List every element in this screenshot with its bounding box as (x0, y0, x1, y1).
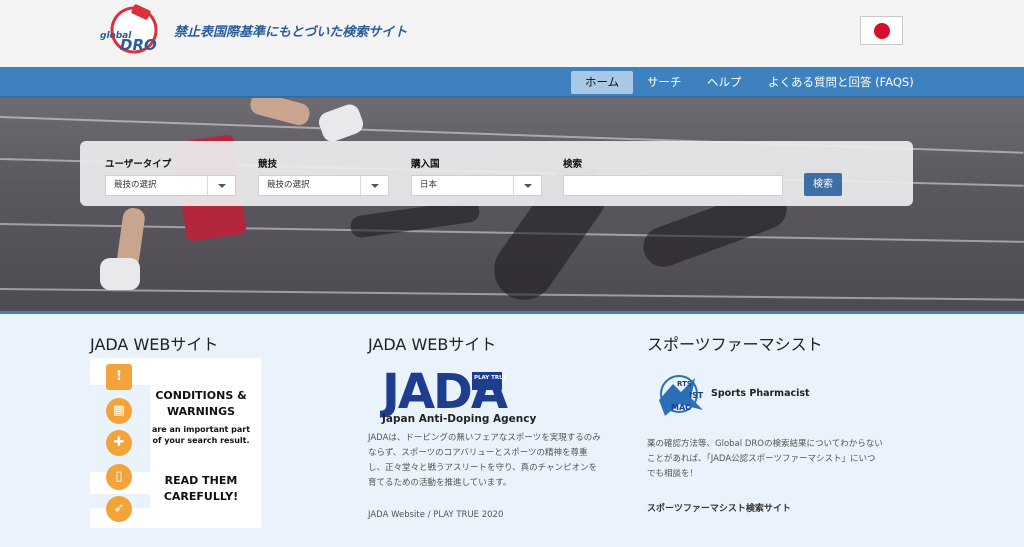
search-button[interactable]: 検索 (804, 173, 842, 196)
user-type-select[interactable]: 競技の選択 (105, 175, 236, 196)
chevron-down-icon (513, 176, 541, 195)
runner-icon: ➶ (106, 496, 132, 522)
user-type-value: 競技の選択 (114, 180, 157, 190)
chevron-down-icon (360, 176, 388, 195)
svg-text:DRO: DRO (120, 36, 157, 54)
search-panel: ユーザータイプ 競技の選択 競技 競技の選択 購入国 日本 検索 検索 (80, 141, 913, 206)
main-nav: ホーム サーチ ヘルプ よくある質問と回答 (FAQS) (0, 67, 1024, 98)
right-column-heading: スポーツファーマシスト (647, 335, 823, 354)
jada-description: JADAは、ドーピングの無いフェアなスポーツを実現するのみ ならず、スポーツのコ… (368, 433, 601, 488)
sport-value: 競技の選択 (267, 180, 310, 190)
user-type-label: ユーザータイプ (105, 159, 172, 170)
country-select[interactable]: 日本 (411, 175, 542, 196)
nav-faqs[interactable]: よくある質問と回答 (FAQS) (754, 71, 928, 94)
nav-search[interactable]: サーチ (633, 71, 696, 94)
sports-pharmacist-title: Sports Pharmacist (711, 388, 810, 399)
nav-home[interactable]: ホーム (571, 71, 634, 94)
medicine-icon: ✚ (106, 430, 132, 456)
jada-website-link[interactable]: JADA Website / PLAY TRUE 2020 (368, 508, 503, 523)
global-dro-logo[interactable]: global DRO (98, 4, 160, 60)
sports-pharmacist-logo[interactable]: RTS MAC IST (651, 370, 711, 420)
keyword-input[interactable] (563, 175, 783, 196)
sports-pharmacist-search-link[interactable]: スポーツファーマシスト検索サイト (647, 501, 791, 514)
country-value: 日本 (420, 180, 438, 190)
chevron-down-icon (207, 176, 235, 195)
keyword-label: 検索 (563, 159, 583, 170)
banner-line-4: of your search result. (152, 436, 250, 445)
sports-pharmacist-description: 薬の確認方法等、Global DROの検索結果についてわからない ことがあれば、… (647, 439, 883, 479)
hero-divider (0, 311, 1024, 314)
middle-column-heading: JADA WEBサイト (368, 335, 497, 354)
site-title: 禁止表国際基準にもとづいた検索サイト (174, 25, 408, 40)
warning-triangle-icon: ! (106, 364, 132, 390)
japan-flag-icon[interactable] (860, 16, 903, 45)
jada-logo[interactable]: JADA PLAY TRUE Japan Anti-Doping Agency (380, 362, 548, 426)
svg-text:PLAY TRUE: PLAY TRUE (474, 375, 508, 381)
phone-icon: ▯ (106, 464, 132, 490)
calendar-icon: ▦ (106, 398, 132, 424)
top-bar: global DRO 禁止表国際基準にもとづいた検索サイト (0, 0, 1024, 67)
banner-line-3: are an important part (151, 425, 251, 434)
nav-help[interactable]: ヘルプ (693, 71, 756, 94)
banner-line-1: CONDITIONS & (155, 389, 247, 402)
svg-text:MAC: MAC (671, 403, 691, 412)
banner-line-5: READ THEM (164, 474, 238, 487)
sport-label: 競技 (258, 159, 278, 170)
banner-line-2: WARNINGS (166, 405, 236, 418)
svg-text:Japan Anti-Doping Agency: Japan Anti-Doping Agency (381, 413, 536, 425)
svg-text:RTS: RTS (677, 380, 692, 388)
sport-select[interactable]: 競技の選択 (258, 175, 389, 196)
left-column-heading: JADA WEBサイト (90, 335, 219, 354)
banner-line-6: CAREFULLY! (163, 490, 239, 503)
country-label: 購入国 (411, 159, 440, 170)
svg-text:IST: IST (689, 391, 704, 400)
